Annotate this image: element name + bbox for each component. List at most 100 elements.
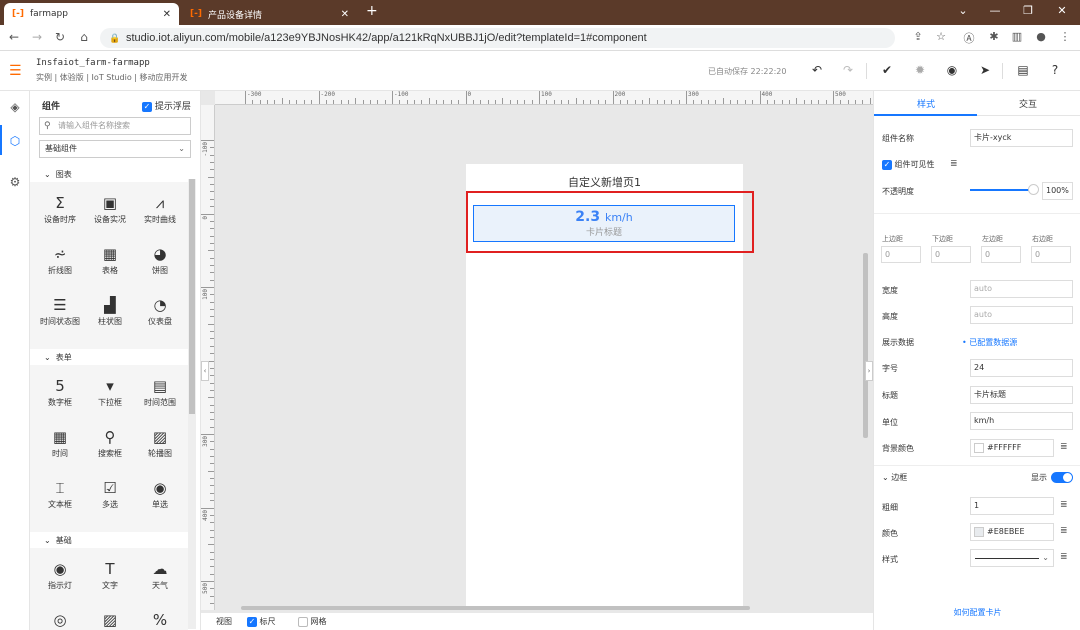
collapse-right-icon[interactable]: › xyxy=(865,361,873,381)
preview-eye-icon[interactable]: ◉ xyxy=(944,63,960,77)
component-basic-6[interactable]: % xyxy=(135,609,185,630)
component-pie-chart[interactable]: ◕ 饼图 xyxy=(135,243,185,276)
thickness-input[interactable]: 1 xyxy=(970,497,1054,515)
scrollbar-thumb[interactable] xyxy=(189,179,195,414)
margin-bottom-input[interactable]: 0 xyxy=(931,246,971,263)
font-size-input[interactable]: 24 xyxy=(970,359,1073,377)
border-section-toggle[interactable]: ⌄ 边框 xyxy=(882,472,907,483)
component-table[interactable]: ▦ 表格 xyxy=(85,243,135,276)
border-toggle-switch[interactable] xyxy=(1051,472,1073,483)
tab-close-icon[interactable]: ✕ xyxy=(163,9,171,20)
bookmark-star-icon[interactable]: ☆ xyxy=(933,30,949,43)
canvas-vertical-scrollbar[interactable] xyxy=(863,253,868,438)
opacity-slider-handle[interactable] xyxy=(1028,184,1039,195)
opacity-input[interactable]: 100% xyxy=(1042,182,1073,200)
browser-tab-device-detail[interactable]: [-] 产品设备详情 ✕ xyxy=(182,3,357,25)
debug-bug-icon[interactable]: ✹ xyxy=(912,63,928,77)
section-header-charts[interactable]: ⌄ 图表 xyxy=(44,169,72,180)
component-text-box[interactable]: ⌶ 文本框 xyxy=(35,477,85,510)
data-source-link[interactable]: • 已配置数据源 xyxy=(962,337,1017,348)
extension-a-icon[interactable]: Ⓐ xyxy=(961,30,977,46)
ruler-toggle[interactable]: ✓ 标尺 xyxy=(247,616,276,627)
component-time-status[interactable]: ☰ 时间状态图 xyxy=(35,294,85,327)
width-input[interactable]: auto xyxy=(970,280,1073,298)
tab-style[interactable]: 样式 xyxy=(876,97,976,110)
browser-tab-farmapp[interactable]: [-] farmapp ✕ xyxy=(4,3,179,25)
section-header-forms[interactable]: ⌄ 表单 xyxy=(44,352,72,363)
database-icon[interactable]: ≣ xyxy=(1060,442,1068,452)
kebab-menu-icon[interactable]: ⋮ xyxy=(1057,30,1073,43)
margin-right-input[interactable]: 0 xyxy=(1031,246,1071,263)
section-header-basic[interactable]: ⌄ 基础 xyxy=(44,535,72,546)
undo-icon[interactable]: ↶ xyxy=(809,63,825,77)
border-color-input[interactable]: #E8EBEE xyxy=(970,523,1054,541)
height-input[interactable]: auto xyxy=(970,306,1073,324)
forward-arrow-icon[interactable]: → xyxy=(29,30,45,44)
checkbox-checked-icon[interactable]: ✓ xyxy=(142,101,152,112)
layers-icon[interactable]: ◈ xyxy=(7,100,23,114)
url-field[interactable]: 🔒 studio.iot.aliyun.com/mobile/a123e9YBJ… xyxy=(100,28,895,48)
tab-close-icon[interactable]: ✕ xyxy=(341,9,349,20)
tab-search-icon[interactable]: ⌄ xyxy=(948,4,978,17)
reload-icon[interactable]: ↻ xyxy=(52,30,68,44)
database-icon[interactable]: ≣ xyxy=(950,159,958,169)
share-icon[interactable]: ⇪ xyxy=(910,30,926,43)
redo-icon[interactable]: ↷ xyxy=(840,63,856,77)
sidepanel-icon[interactable]: ▥ xyxy=(1009,30,1025,43)
maximize-button[interactable]: ❐ xyxy=(1013,4,1043,17)
close-window-button[interactable]: ✕ xyxy=(1047,4,1077,17)
back-arrow-icon[interactable]: ← xyxy=(6,30,22,44)
border-style-select[interactable]: ⌄ xyxy=(970,549,1054,567)
collapse-left-icon[interactable]: ‹ xyxy=(201,361,209,381)
component-device-live[interactable]: ▣ 设备实况 xyxy=(85,192,135,225)
bg-color-input[interactable]: #FFFFFF xyxy=(970,439,1054,457)
component-number-box[interactable]: 5 数字框 xyxy=(35,375,85,408)
title-input[interactable]: 卡片标题 xyxy=(970,386,1073,404)
component-carousel[interactable]: ▨ 轮播图 xyxy=(135,426,185,459)
component-line-chart[interactable]: ⩫ 折线图 xyxy=(35,243,85,276)
component-device-timeseries[interactable]: Σ 设备时序 xyxy=(35,192,85,225)
profile-icon[interactable]: ● xyxy=(1033,30,1049,43)
puzzle-icon[interactable]: ✱ xyxy=(986,30,1002,43)
publish-send-icon[interactable]: ➤ xyxy=(977,63,993,77)
help-icon[interactable]: ? xyxy=(1047,63,1063,77)
component-basic-4[interactable]: ◎ xyxy=(35,609,85,630)
component-category-select[interactable]: 基础组件 ⌄ xyxy=(39,140,191,158)
component-panel-scrollbar[interactable] xyxy=(188,179,196,629)
settings-gear-icon[interactable]: ⚙ xyxy=(7,175,23,189)
component-bar-chart[interactable]: ▟ 柱状图 xyxy=(85,294,135,327)
component-multi-select[interactable]: ☑ 多选 xyxy=(85,477,135,510)
tooltip-toggle[interactable]: ✓ 提示浮层 xyxy=(142,99,191,112)
database-icon[interactable]: ≣ xyxy=(1060,500,1068,510)
components-cube-icon[interactable]: ⬡ xyxy=(7,134,23,148)
database-icon[interactable]: ≣ xyxy=(1060,526,1068,536)
minimize-button[interactable]: — xyxy=(980,4,1010,17)
doc-icon[interactable]: ▤ xyxy=(1015,63,1031,77)
component-time-range[interactable]: ▤ 时间范围 xyxy=(135,375,185,408)
margin-top-input[interactable]: 0 xyxy=(881,246,921,263)
component-time[interactable]: ▦ 时间 xyxy=(35,426,85,459)
database-icon[interactable]: ≣ xyxy=(1060,552,1068,562)
new-tab-button[interactable]: + xyxy=(366,3,378,19)
component-radio[interactable]: ◉ 单选 xyxy=(135,477,185,510)
component-name-input[interactable]: 卡片-xyck xyxy=(970,129,1073,147)
check-icon[interactable]: ✔ xyxy=(879,63,895,77)
checkbox-checked-icon[interactable]: ✓ xyxy=(247,616,257,627)
component-search-box[interactable]: ⚲ 搜索框 xyxy=(85,426,135,459)
visibility-toggle[interactable]: ✓ 组件可见性 xyxy=(882,159,935,170)
component-weather[interactable]: ☁ 天气 xyxy=(135,558,185,591)
component-basic-5[interactable]: ▨ xyxy=(85,609,135,630)
unit-input[interactable]: km/h xyxy=(970,412,1073,430)
margin-left-input[interactable]: 0 xyxy=(981,246,1021,263)
menu-icon[interactable]: ☰ xyxy=(9,63,22,79)
help-configure-card-link[interactable]: 如何配置卡片 xyxy=(874,607,1080,618)
component-dropdown[interactable]: ▾ 下拉框 xyxy=(85,375,135,408)
component-indicator-light[interactable]: ◉ 指示灯 xyxy=(35,558,85,591)
tab-interaction[interactable]: 交互 xyxy=(978,97,1078,110)
component-search-input[interactable]: ⚲ 请输入组件名称搜索 xyxy=(39,117,191,135)
checkbox-unchecked-icon[interactable] xyxy=(298,616,308,627)
grid-toggle[interactable]: 网格 xyxy=(298,616,327,627)
component-realtime-curve[interactable]: ⩘ 实时曲线 xyxy=(135,192,185,225)
component-gauge[interactable]: ◔ 仪表盘 xyxy=(135,294,185,327)
canvas-horizontal-scrollbar[interactable] xyxy=(241,606,750,610)
